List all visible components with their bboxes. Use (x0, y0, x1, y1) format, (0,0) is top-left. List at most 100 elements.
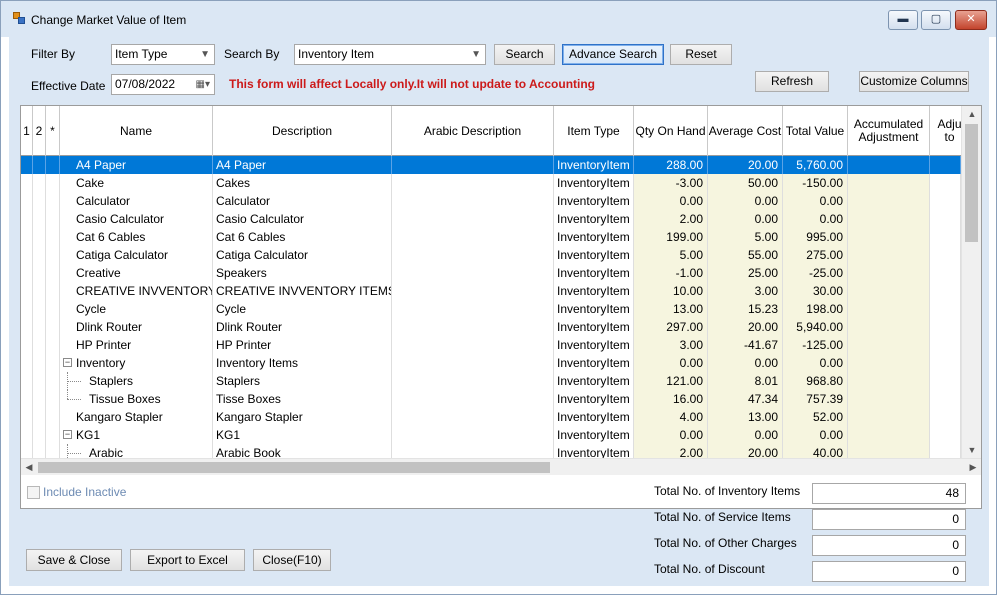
grid-cell-adj-to[interactable] (930, 192, 961, 210)
grid-cell-accum-adj[interactable] (848, 408, 930, 426)
grid-cell-qty[interactable]: 4.00 (634, 408, 708, 426)
grid-cell-adj-to[interactable] (930, 246, 961, 264)
grid-cell-qty[interactable]: 2.00 (634, 444, 708, 458)
grid-cell-description[interactable]: Arabic Book (213, 444, 392, 458)
grid-cell[interactable] (46, 192, 60, 210)
col-header-accum-adj[interactable]: Accumulated Adjustment (848, 106, 930, 156)
grid-cell-qty[interactable]: 288.00 (634, 156, 708, 174)
grid-cell-adj-to[interactable] (930, 354, 961, 372)
grid-cell-avg-cost[interactable]: 15.23 (708, 300, 783, 318)
grid-cell-name[interactable]: Casio Calculator (60, 210, 213, 228)
col-header-arabic[interactable]: Arabic Description (392, 106, 554, 156)
grid-cell[interactable] (21, 264, 33, 282)
include-inactive-checkbox[interactable] (27, 486, 40, 499)
grid-cell-qty[interactable]: 16.00 (634, 390, 708, 408)
table-row[interactable]: Dlink Router Dlink Router InventoryItem 297… (21, 318, 961, 336)
horizontal-scroll-thumb[interactable] (38, 462, 550, 473)
grid-cell-total-value[interactable]: 198.00 (783, 300, 848, 318)
grid-cell-accum-adj[interactable] (848, 210, 930, 228)
grid-cell-qty[interactable]: 199.00 (634, 228, 708, 246)
grid-cell[interactable] (46, 408, 60, 426)
grid-cell[interactable] (33, 372, 46, 390)
grid-cell[interactable] (21, 192, 33, 210)
grid-cell-description[interactable]: Kangaro Stapler (213, 408, 392, 426)
grid-cell-total-value[interactable]: 30.00 (783, 282, 848, 300)
grid-cell-total-value[interactable]: 0.00 (783, 354, 848, 372)
table-row[interactable]: Catiga Calculator Catiga Calculator Invent… (21, 246, 961, 264)
grid-cell[interactable] (46, 444, 60, 458)
grid-cell[interactable] (46, 354, 60, 372)
grid-cell-arabic[interactable] (392, 282, 554, 300)
grid-cell-item-type[interactable]: InventoryItem (554, 192, 634, 210)
grid-cell-total-value[interactable]: -125.00 (783, 336, 848, 354)
grid-cell-arabic[interactable] (392, 426, 554, 444)
grid-cell-description[interactable]: Inventory Items (213, 354, 392, 372)
grid-cell[interactable] (33, 390, 46, 408)
grid-cell-accum-adj[interactable] (848, 354, 930, 372)
grid-cell[interactable] (33, 354, 46, 372)
grid-cell-name[interactable]: CREATIVE INVVENTORY ITEMS (60, 282, 213, 300)
grid-cell-total-value[interactable]: 968.80 (783, 372, 848, 390)
scroll-right-icon[interactable]: ▶ (965, 459, 981, 476)
grid-cell-avg-cost[interactable]: 50.00 (708, 174, 783, 192)
grid-cell[interactable] (46, 228, 60, 246)
grid-cell-description[interactable]: Dlink Router (213, 318, 392, 336)
collapse-icon[interactable]: − (63, 430, 72, 439)
grid-cell-accum-adj[interactable] (848, 192, 930, 210)
col-header-avg-cost[interactable]: Average Cost (708, 106, 783, 156)
refresh-button[interactable]: Refresh (755, 71, 829, 92)
grid-cell[interactable] (21, 444, 33, 458)
grid-cell-description[interactable]: Speakers (213, 264, 392, 282)
table-row[interactable]: HP Printer HP Printer InventoryItem 3.00 -41… (21, 336, 961, 354)
grid-cell-total-value[interactable]: 275.00 (783, 246, 848, 264)
grid-cell-arabic[interactable] (392, 300, 554, 318)
grid-cell-item-type[interactable]: InventoryItem (554, 228, 634, 246)
grid-cell-name[interactable]: Staplers (60, 372, 213, 390)
grid-cell-name[interactable]: Creative (60, 264, 213, 282)
filter-by-select[interactable]: Item Type ▼ (111, 44, 215, 65)
grid-cell-accum-adj[interactable] (848, 300, 930, 318)
grid-cell-adj-to[interactable] (930, 174, 961, 192)
horizontal-scrollbar[interactable]: ◀ ▶ (21, 458, 981, 475)
grid-cell-description[interactable]: CREATIVE INVVENTORY ITEMS (213, 282, 392, 300)
scroll-left-icon[interactable]: ◀ (21, 459, 37, 476)
grid-cell[interactable] (21, 156, 33, 174)
table-row[interactable]: Staplers Staplers InventoryItem 121.00 8.01 9… (21, 372, 961, 390)
grid-cell-qty[interactable]: 5.00 (634, 246, 708, 264)
grid-cell-item-type[interactable]: InventoryItem (554, 372, 634, 390)
grid-cell-avg-cost[interactable]: 0.00 (708, 210, 783, 228)
maximize-button[interactable]: ▢ (921, 10, 951, 30)
grid-cell-avg-cost[interactable]: 5.00 (708, 228, 783, 246)
grid-cell-qty[interactable]: -3.00 (634, 174, 708, 192)
grid-cell-accum-adj[interactable] (848, 174, 930, 192)
grid-cell-description[interactable]: Tisse Boxes (213, 390, 392, 408)
grid-cell-accum-adj[interactable] (848, 444, 930, 458)
table-row[interactable]: Arabic Arabic Book InventoryItem 2.00 20.00 4… (21, 444, 961, 458)
grid-cell-qty[interactable]: 297.00 (634, 318, 708, 336)
table-row[interactable]: Kangaro Stapler Kangaro Stapler InventoryI… (21, 408, 961, 426)
grid-cell-description[interactable]: Calculator (213, 192, 392, 210)
grid-cell-item-type[interactable]: InventoryItem (554, 264, 634, 282)
close-window-button[interactable]: ✕ (955, 10, 987, 30)
customize-columns-button[interactable]: Customize Columns (859, 71, 969, 92)
grid-cell-description[interactable]: Catiga Calculator (213, 246, 392, 264)
grid-cell[interactable] (46, 246, 60, 264)
advance-search-button[interactable]: Advance Search (562, 44, 664, 65)
grid-cell-adj-to[interactable] (930, 426, 961, 444)
grid-cell-description[interactable]: HP Printer (213, 336, 392, 354)
table-row[interactable]: Creative Speakers InventoryItem -1.00 25.00 -… (21, 264, 961, 282)
grid-cell-arabic[interactable] (392, 156, 554, 174)
grid-cell-accum-adj[interactable] (848, 156, 930, 174)
grid-cell-avg-cost[interactable]: 13.00 (708, 408, 783, 426)
grid-cell-qty[interactable]: 0.00 (634, 426, 708, 444)
grid-cell[interactable] (33, 156, 46, 174)
grid-cell-total-value[interactable]: 0.00 (783, 192, 848, 210)
grid-cell[interactable] (21, 426, 33, 444)
grid-cell-item-type[interactable]: InventoryItem (554, 354, 634, 372)
grid-cell-description[interactable]: KG1 (213, 426, 392, 444)
items-grid[interactable]: 1 2 * Name Description Arabic Descriptio… (20, 105, 982, 509)
grid-cell-name[interactable]: Cycle (60, 300, 213, 318)
grid-cell[interactable] (33, 444, 46, 458)
grid-cell-avg-cost[interactable]: 20.00 (708, 156, 783, 174)
vertical-scroll-thumb[interactable] (965, 124, 978, 242)
